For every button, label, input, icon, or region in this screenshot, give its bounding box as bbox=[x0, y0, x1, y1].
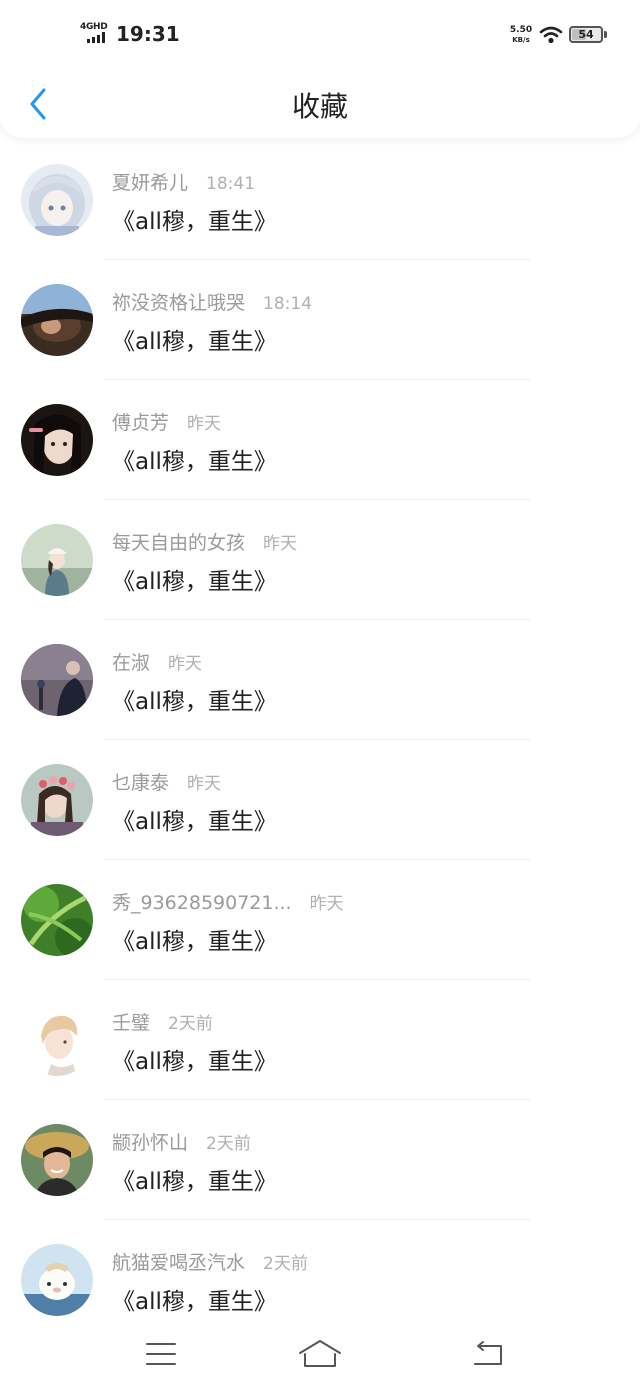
item-time: 2天前 bbox=[263, 1254, 308, 1274]
user-name: 夏妍希儿 bbox=[112, 172, 189, 194]
item-content: 《all穆，重生》 bbox=[112, 1049, 277, 1075]
battery-tip bbox=[604, 31, 607, 38]
avatar[interactable] bbox=[21, 644, 93, 716]
avatar[interactable] bbox=[21, 284, 93, 356]
status-time: 19:31 bbox=[116, 22, 180, 46]
user-name: 每天自由的女孩 bbox=[112, 532, 246, 554]
avatar[interactable] bbox=[21, 164, 93, 236]
avatar[interactable] bbox=[21, 404, 93, 476]
user-name: 在淑 bbox=[112, 652, 151, 674]
item-time: 2天前 bbox=[168, 1014, 213, 1034]
item-time: 昨天 bbox=[309, 894, 344, 914]
item-time: 昨天 bbox=[168, 654, 203, 674]
item-time: 18:41 bbox=[206, 174, 256, 194]
avatar[interactable] bbox=[21, 1004, 93, 1076]
item-content: 《all穆，重生》 bbox=[112, 809, 277, 835]
user-name: 乜康泰 bbox=[112, 772, 170, 794]
network-speed-unit: KB/s bbox=[512, 36, 530, 44]
item-content: 《all穆，重生》 bbox=[112, 569, 277, 595]
network-speed-value: 5.50 bbox=[509, 25, 533, 35]
list-item[interactable]: 秀_93628590721... 昨天 《all穆，重生》 bbox=[0, 860, 640, 980]
avatar[interactable] bbox=[21, 1244, 93, 1316]
item-meta: 颛孙怀山 2天前 bbox=[112, 1128, 251, 1155]
list-item[interactable]: 乜康泰 昨天 《all穆，重生》 bbox=[0, 740, 640, 860]
menu-icon bbox=[146, 1343, 176, 1365]
user-name: 颛孙怀山 bbox=[112, 1132, 189, 1154]
avatar[interactable] bbox=[21, 1124, 93, 1196]
network-type-label: 4GHD bbox=[80, 22, 108, 32]
item-content: 《all穆，重生》 bbox=[112, 1169, 277, 1195]
signal-icon bbox=[87, 32, 105, 43]
item-meta: 乜康泰 昨天 bbox=[112, 768, 221, 795]
avatar[interactable] bbox=[21, 764, 93, 836]
favorites-list: 夏妍希儿 18:41 《all穆，重生》 祢没资格让哦哭 18:14 《all穆，重… bbox=[0, 140, 640, 1326]
wifi-icon bbox=[539, 26, 563, 44]
list-item[interactable]: 傅贞芳 昨天 《all穆，重生》 bbox=[0, 380, 640, 500]
item-meta: 傅贞芳 昨天 bbox=[112, 408, 221, 435]
item-content: 《all穆，重生》 bbox=[112, 929, 277, 955]
list-item[interactable]: 航猫爱喝丞汽水 2天前 《all穆，重生》 bbox=[0, 1220, 640, 1326]
battery-level: 54 bbox=[578, 28, 594, 41]
item-content: 《all穆，重生》 bbox=[112, 689, 277, 715]
app-header: 4GHD 19:31 5.50 KB/s 54 收藏 bbox=[0, 0, 640, 138]
item-meta: 航猫爱喝丞汽水 2天前 bbox=[112, 1248, 308, 1275]
item-time: 昨天 bbox=[263, 534, 298, 554]
item-time: 昨天 bbox=[187, 414, 222, 434]
item-meta: 在淑 昨天 bbox=[112, 648, 202, 675]
list-item[interactable]: 在淑 昨天 《all穆，重生》 bbox=[0, 620, 640, 740]
list-item[interactable]: 壬璧 2天前 《all穆，重生》 bbox=[0, 980, 640, 1100]
item-content: 《all穆，重生》 bbox=[112, 209, 277, 235]
network-speed: 5.50 KB/s bbox=[509, 25, 533, 45]
item-content: 《all穆，重生》 bbox=[112, 1289, 277, 1315]
user-name: 傅贞芳 bbox=[112, 412, 170, 434]
page-title: 收藏 bbox=[291, 90, 348, 123]
user-name: 航猫爱喝丞汽水 bbox=[112, 1252, 246, 1274]
item-meta: 夏妍希儿 18:41 bbox=[112, 168, 255, 195]
list-item[interactable]: 每天自由的女孩 昨天 《all穆，重生》 bbox=[0, 500, 640, 620]
nav-bar: 收藏 bbox=[0, 70, 640, 138]
user-name: 祢没资格让哦哭 bbox=[112, 292, 246, 314]
home-icon bbox=[299, 1340, 341, 1367]
list-item[interactable]: 祢没资格让哦哭 18:14 《all穆，重生》 bbox=[0, 260, 640, 380]
item-meta: 壬璧 2天前 bbox=[112, 1008, 213, 1035]
menu-button[interactable] bbox=[131, 1334, 191, 1374]
list-item[interactable]: 夏妍希儿 18:41 《all穆，重生》 bbox=[0, 140, 640, 260]
item-content: 《all穆，重生》 bbox=[112, 329, 277, 355]
item-meta: 每天自由的女孩 昨天 bbox=[112, 528, 297, 555]
avatar[interactable] bbox=[21, 884, 93, 956]
avatar[interactable] bbox=[21, 524, 93, 596]
item-time: 2天前 bbox=[206, 1134, 251, 1154]
item-time: 18:14 bbox=[263, 294, 313, 314]
item-meta: 祢没资格让哦哭 18:14 bbox=[112, 288, 312, 315]
item-content: 《all穆，重生》 bbox=[112, 449, 277, 475]
back-nav-button[interactable] bbox=[458, 1334, 518, 1374]
user-name: 壬璧 bbox=[112, 1012, 151, 1034]
user-name: 秀_93628590721... bbox=[112, 892, 292, 914]
home-button[interactable] bbox=[290, 1334, 350, 1374]
system-nav-bar bbox=[0, 1326, 640, 1387]
status-bar: 4GHD 19:31 5.50 KB/s 54 bbox=[0, 0, 640, 70]
item-time: 昨天 bbox=[187, 774, 222, 794]
back-arrow-icon bbox=[474, 1341, 502, 1365]
list-item[interactable]: 颛孙怀山 2天前 《all穆，重生》 bbox=[0, 1100, 640, 1220]
item-meta: 秀_93628590721... 昨天 bbox=[112, 888, 344, 915]
